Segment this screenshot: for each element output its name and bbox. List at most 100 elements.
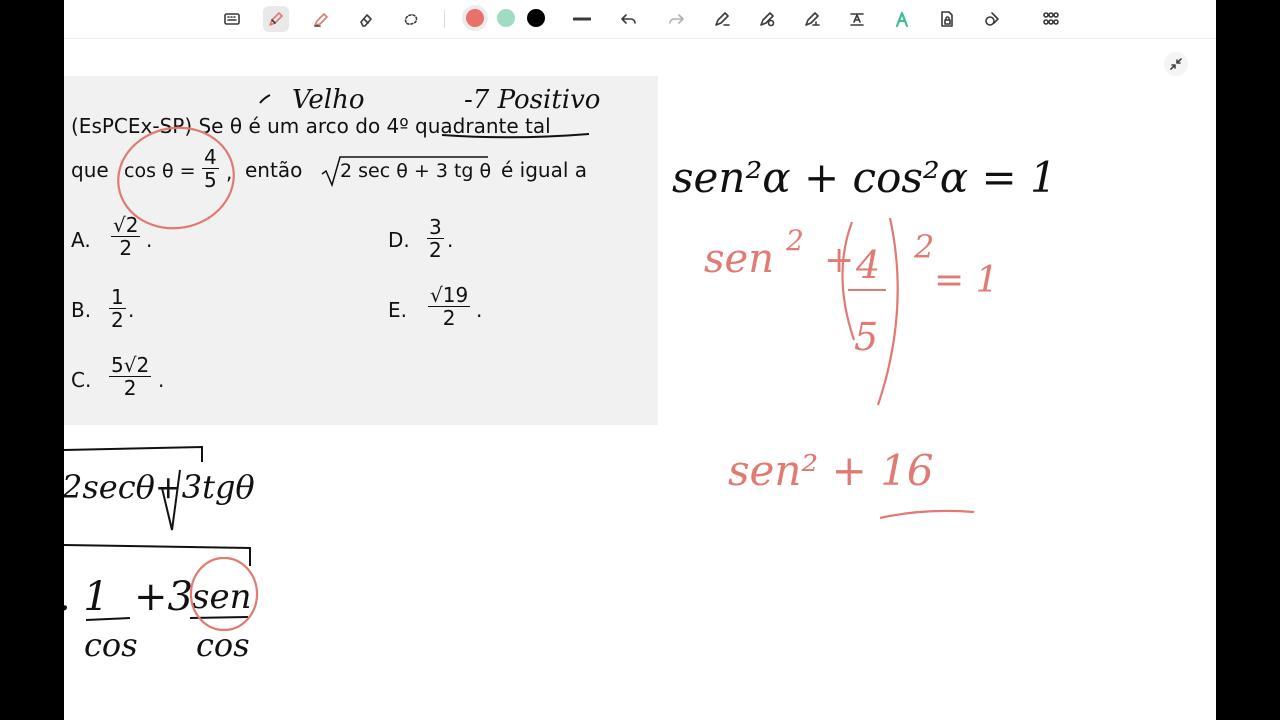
- question-line-2-mid: então: [245, 158, 303, 182]
- lasso-icon: [404, 14, 418, 25]
- undo-icon: [621, 14, 636, 24]
- collapse-arrows-icon: [1170, 58, 1182, 70]
- color-swatch-red[interactable]: [466, 9, 484, 27]
- radicand: 2 sec θ + 3 tg θ: [340, 160, 492, 182]
- option-c-denominator: 2: [123, 376, 137, 400]
- keyboard-icon: [224, 13, 240, 25]
- text-pen-icon: [805, 12, 820, 26]
- cos-comma: ,: [226, 160, 233, 184]
- work-sen: sen: [192, 577, 251, 617]
- shape-pen-icon: [715, 12, 730, 26]
- color-swatch-black[interactable]: [527, 9, 545, 27]
- grid-menu-icon: [1043, 12, 1059, 25]
- circle-sen: [189, 556, 259, 632]
- option-e-denominator: 2: [442, 306, 456, 330]
- option-d-numerator: 3: [427, 215, 444, 239]
- shape-pen-button[interactable]: [709, 6, 735, 32]
- option-d-period: .: [447, 228, 454, 252]
- work-bar-1: [85, 617, 131, 621]
- work-radical-tick: [161, 469, 181, 531]
- work-radical-top: [64, 445, 203, 462]
- pen-settings-button[interactable]: [754, 6, 780, 32]
- grid-menu-button[interactable]: [1038, 6, 1064, 32]
- note-canvas[interactable]: (EsPCEx-SP) Se θ é um arco do 4º quadran…: [64, 0, 1216, 720]
- sub-sen: sen: [704, 236, 774, 282]
- question-line-2-suffix: é igual a: [501, 158, 588, 182]
- option-b-numerator: 1: [109, 285, 126, 309]
- eraser-icon: [360, 14, 372, 27]
- sub-power: 2: [913, 228, 934, 266]
- option-a-period: .: [146, 228, 153, 252]
- third-line: sen² + 16: [728, 446, 934, 495]
- work-cos-1: cos: [84, 626, 138, 664]
- text-recognition-button[interactable]: [844, 6, 870, 32]
- collapse-button[interactable]: [1164, 52, 1188, 76]
- ai-assist-button[interactable]: [889, 6, 915, 32]
- third-line-bar: [879, 509, 975, 520]
- stroke-width-button[interactable]: [569, 6, 595, 32]
- option-b-period: .: [128, 298, 135, 322]
- sub-plus: +: [824, 240, 854, 281]
- option-a-fraction: √2 2: [111, 213, 141, 260]
- option-c-label: C.: [71, 368, 92, 392]
- work-radical-top-2: [64, 544, 251, 566]
- redo-icon: [669, 14, 684, 24]
- text-pen-button[interactable]: [799, 6, 825, 32]
- toolbar-divider: [444, 10, 445, 28]
- undo-button[interactable]: [616, 6, 642, 32]
- sub-paren-right: [876, 217, 899, 406]
- option-d-denominator: 2: [429, 238, 442, 262]
- pen-icon: [269, 12, 283, 26]
- sub-sen-exp: 2: [785, 224, 804, 257]
- highlighter-tool[interactable]: [308, 6, 334, 32]
- option-e-label: E.: [388, 298, 407, 322]
- ai-assist-icon: [895, 11, 909, 28]
- sub-paren-left: [841, 221, 856, 341]
- work-line-1: 2secθ+3tgθ: [64, 468, 255, 506]
- option-a-numerator: √2: [111, 213, 141, 237]
- option-b-fraction: 1 2: [109, 286, 126, 331]
- identity-equation: sen²α + cos²α = 1: [672, 153, 1057, 202]
- option-e-numerator: √19: [428, 283, 471, 307]
- sub-numerator: 4: [855, 243, 880, 287]
- lasso-tool[interactable]: [398, 6, 424, 32]
- option-e-fraction: √19 2: [428, 283, 471, 330]
- stroke-width-icon: [573, 17, 591, 21]
- option-c-numerator: 5√2: [109, 353, 152, 377]
- cos-denominator: 5: [204, 168, 217, 192]
- work-bar-2: [189, 616, 249, 619]
- text-recognition-icon: [850, 13, 864, 26]
- sub-denominator: 5: [854, 315, 878, 359]
- shapes-button[interactable]: [979, 6, 1005, 32]
- redo-button[interactable]: [663, 6, 689, 32]
- cos-fraction: 4 5: [202, 146, 219, 191]
- question-image: (EsPCEx-SP) Se θ é um arco do 4º quadran…: [64, 76, 658, 425]
- option-e-period: .: [476, 298, 483, 322]
- work-cos-2: cos: [196, 626, 250, 664]
- option-c-period: .: [158, 368, 165, 392]
- question-line-1: (EsPCEx-SP) Se θ é um arco do 4º quadran…: [71, 114, 551, 138]
- pen-settings-icon: [760, 12, 775, 27]
- option-b-denominator: 2: [111, 308, 124, 332]
- cos-numerator: 4: [202, 145, 219, 169]
- question-line-2-prefix: que: [71, 158, 109, 182]
- toolbar: [64, 0, 1216, 39]
- pen-tool[interactable]: [263, 6, 289, 32]
- cos-label: cos θ =: [124, 160, 196, 182]
- keyboard-tool[interactable]: [219, 6, 245, 32]
- option-a-label: A.: [71, 228, 91, 252]
- eraser-tool[interactable]: [353, 6, 379, 32]
- option-a-denominator: 2: [119, 236, 133, 260]
- color-swatch-mint[interactable]: [497, 9, 515, 27]
- option-b-label: B.: [71, 298, 92, 322]
- highlighter-icon: [314, 13, 328, 27]
- shapes-icon: [985, 12, 999, 26]
- work-line-2-a: . 1: [64, 574, 109, 620]
- lock-page-button[interactable]: [934, 6, 960, 32]
- sub-equals-one: = 1: [934, 260, 999, 301]
- option-c-fraction: 5√2 2: [109, 353, 152, 400]
- work-line-2-b: +3: [134, 574, 193, 620]
- lock-page-icon: [941, 11, 953, 27]
- option-d-label: D.: [388, 228, 410, 252]
- option-d-fraction: 3 2: [427, 216, 444, 261]
